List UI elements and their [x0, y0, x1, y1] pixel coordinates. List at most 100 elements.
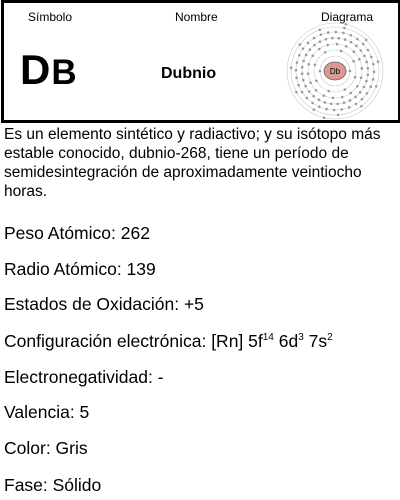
- electron-dot: [349, 34, 353, 37]
- electron-dot: [331, 36, 334, 40]
- electron-dot: [366, 67, 370, 70]
- electron-dot: [300, 72, 304, 75]
- electron-dot: [352, 59, 355, 63]
- symbol-header: Símbolo: [28, 10, 73, 24]
- electronegativity: Electronegatividad: -: [4, 367, 164, 387]
- electron-dot: [312, 108, 316, 111]
- electron-dot: [365, 60, 369, 64]
- electron-dot: [301, 47, 305, 50]
- electron-dot: [326, 31, 330, 34]
- electron-dot: [326, 43, 330, 47]
- name-header: Nombre: [175, 10, 218, 24]
- electron-dot: [295, 90, 298, 94]
- electron-dot: [347, 106, 351, 109]
- phase: Fase: Sólido: [4, 475, 102, 495]
- electron-dot: [340, 95, 344, 99]
- electron-dot: [334, 30, 338, 34]
- bohr-diagram: Db: [286, 22, 384, 120]
- electron-dot: [364, 38, 368, 42]
- electron-dot: [355, 44, 358, 48]
- electron-configuration: Configuración electrónica: [Rn] 5f14 6d3…: [4, 330, 333, 352]
- electron-dot: [361, 42, 365, 46]
- electron-dot: [360, 97, 364, 101]
- element-symbol: DB: [20, 47, 78, 96]
- electron-dot: [309, 81, 312, 84]
- electron-dot: [329, 102, 333, 106]
- electron-dot: [300, 65, 304, 69]
- electron-dot: [308, 48, 312, 51]
- config-label: Configuración electrónica: [Rn] 5f: [4, 331, 263, 351]
- electron-dot: [331, 96, 335, 100]
- electron-dot: [352, 50, 356, 53]
- electron-dot: [318, 40, 322, 43]
- color-property: Color: Gris: [4, 438, 88, 458]
- config-6d: 6d: [273, 331, 299, 351]
- electron-dot: [323, 51, 327, 54]
- element-card: Símbolo Nombre Diagrama DB Dubnio Db: [1, 0, 400, 123]
- electron-dot: [307, 90, 311, 93]
- symbol-low: B: [51, 53, 78, 92]
- electron-dot: [353, 75, 357, 79]
- electron-dot: [358, 91, 362, 94]
- electron-dot: [343, 26, 346, 30]
- electron-dot: [294, 68, 298, 72]
- electron-dot: [358, 58, 361, 61]
- electron-dot: [371, 78, 375, 81]
- electron-dot: [325, 107, 328, 111]
- electron-dot: [372, 70, 376, 74]
- electron-dot: [342, 101, 346, 105]
- electron-dot: [359, 76, 363, 79]
- electron-dot: [317, 98, 321, 102]
- electron-dot: [362, 85, 366, 89]
- electron-dot: [356, 37, 359, 41]
- electron-dot: [317, 105, 321, 108]
- electron-dot: [365, 79, 368, 83]
- electron-dot: [319, 33, 323, 36]
- electron-dot: [324, 37, 328, 41]
- electron-dot: [372, 62, 375, 66]
- electron-dot: [306, 41, 310, 45]
- electron-dot: [366, 73, 370, 77]
- electron-dot: [289, 66, 293, 70]
- electron-dot: [332, 108, 336, 112]
- electron-dot: [335, 42, 339, 46]
- electron-dot: [343, 88, 347, 91]
- electron-dot: [360, 67, 364, 70]
- atomic-radius: Radio Atómico: 139: [4, 259, 156, 279]
- electron-dot: [313, 63, 317, 67]
- electron-dot: [327, 89, 331, 93]
- electron-dot: [376, 60, 380, 63]
- symbol-cap: D: [20, 46, 52, 93]
- electron-dot: [304, 84, 307, 88]
- electron-dot: [365, 92, 369, 95]
- electron-dot: [366, 48, 370, 52]
- electron-dot: [349, 40, 353, 44]
- electron-dot: [336, 102, 339, 106]
- config-sup-7s: 2: [327, 332, 333, 343]
- electron-dot: [370, 55, 373, 59]
- electron-dot: [363, 54, 366, 58]
- electron-dot: [306, 72, 310, 75]
- electron-dot: [343, 38, 347, 41]
- electron-dot: [344, 22, 348, 26]
- electron-dot: [348, 99, 352, 102]
- electron-dot: [318, 69, 322, 73]
- electron-dot: [295, 76, 298, 80]
- electron-dot: [354, 95, 357, 99]
- electron-dot: [336, 113, 340, 117]
- valence: Valencia: 5: [4, 402, 90, 422]
- electron-dot: [354, 102, 358, 106]
- electron-dot: [318, 28, 321, 32]
- config-7s: 7s: [303, 331, 328, 351]
- electron-dot: [344, 45, 348, 48]
- electron-dot: [295, 61, 299, 64]
- electron-dot: [360, 104, 363, 108]
- electron-dot: [322, 116, 326, 120]
- electron-dot: [298, 43, 302, 46]
- oxidation-states: Estados de Oxidación: +5: [4, 294, 204, 314]
- nucleus-label: Db: [330, 67, 341, 76]
- electron-dot: [300, 90, 304, 94]
- config-sup-5f: 14: [262, 332, 274, 343]
- electron-dot: [298, 53, 301, 57]
- electron-dot: [369, 85, 372, 89]
